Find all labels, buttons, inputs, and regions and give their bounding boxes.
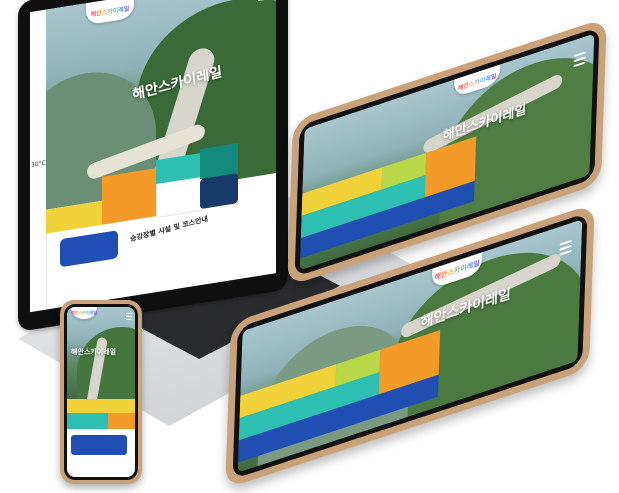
- hero-title: 해안스카이레일: [71, 348, 117, 356]
- tile-yellow[interactable]: [67, 399, 135, 413]
- booking-button[interactable]: [71, 435, 127, 455]
- tile-teal[interactable]: [67, 413, 108, 429]
- tile-navy[interactable]: [200, 173, 238, 210]
- tile-orange[interactable]: [107, 413, 135, 429]
- phone-screen: 해안스카이레일 해안스카이레일: [67, 307, 135, 477]
- laptop: 30°C 해안스카이레일 해안스카이레일 승강장별 시설 및 코스안내: [18, 0, 288, 332]
- weather-label: 30°C: [31, 159, 46, 169]
- tile-white[interactable]: [156, 176, 202, 219]
- tile-orange[interactable]: [102, 168, 156, 225]
- laptop-screen: 30°C 해안스카이레일 해안스카이레일 승강장별 시설 및 코스안내: [30, 0, 276, 313]
- menu-icon[interactable]: [126, 311, 132, 322]
- phone: 해안스카이레일 해안스카이레일: [60, 300, 142, 484]
- device-mockup: 30°C 해안스카이레일 해안스카이레일 승강장별 시설 및 코스안내 해안스카…: [0, 0, 619, 493]
- section-subtitle: 승강장별 시설 및 코스안내: [129, 214, 209, 244]
- laptop-sidebar: 30°C: [30, 9, 47, 313]
- booking-button[interactable]: [60, 230, 118, 268]
